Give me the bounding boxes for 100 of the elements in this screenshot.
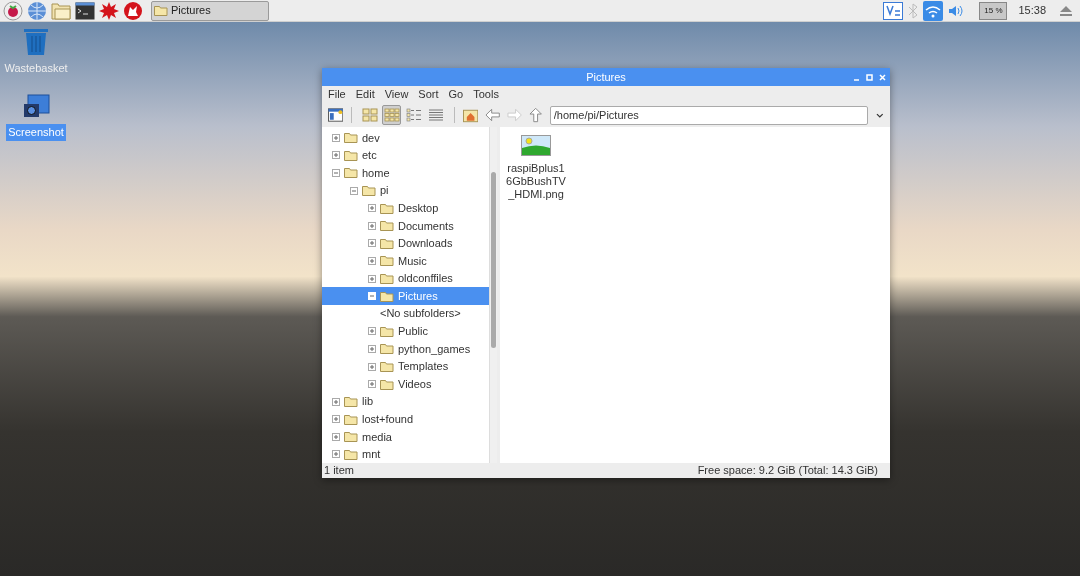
trash-icon[interactable] bbox=[23, 28, 49, 56]
home-icon[interactable] bbox=[462, 107, 478, 123]
folder-icon bbox=[380, 343, 394, 355]
collapse-toggle-icon[interactable] bbox=[332, 169, 340, 177]
folder-icon bbox=[380, 378, 394, 390]
task-button[interactable]: Pictures bbox=[151, 0, 269, 21]
tree-item[interactable]: pi bbox=[322, 181, 489, 200]
item-count: 1 item bbox=[324, 463, 354, 479]
folder-icon bbox=[380, 361, 394, 372]
folder-name: mnt bbox=[362, 447, 381, 463]
folder-icon bbox=[154, 5, 168, 16]
terminal-icon[interactable] bbox=[75, 1, 95, 20]
folder-icon bbox=[344, 149, 358, 161]
tree-item[interactable]: dev bbox=[322, 129, 489, 147]
view-mode-button[interactable] bbox=[404, 105, 424, 125]
folder-name: media bbox=[362, 429, 392, 445]
menu-item[interactable]: View bbox=[384, 86, 409, 103]
menu-item[interactable]: Go bbox=[448, 86, 464, 103]
tree-item[interactable]: oldconffiles bbox=[322, 269, 489, 288]
expand-toggle-icon[interactable] bbox=[368, 362, 376, 371]
wifi-icon[interactable] bbox=[923, 0, 944, 21]
folder-name: Downloads bbox=[398, 236, 453, 252]
folder-icon bbox=[344, 413, 358, 425]
tree-item[interactable]: Desktop bbox=[322, 199, 489, 217]
folder-name: python_games bbox=[398, 341, 471, 357]
folder-name: Music bbox=[398, 253, 427, 269]
tree-item[interactable]: Templates bbox=[322, 357, 489, 376]
raspberry-icon[interactable] bbox=[3, 0, 23, 21]
screenshot-icon[interactable] bbox=[22, 92, 50, 120]
tree-item[interactable]: Music bbox=[322, 252, 489, 270]
tree-item[interactable]: python_games bbox=[322, 340, 489, 358]
eject-icon[interactable] bbox=[1059, 4, 1073, 17]
folder-icon bbox=[380, 290, 394, 302]
tree-item[interactable]: lib bbox=[322, 392, 489, 411]
expand-toggle-icon[interactable] bbox=[368, 380, 376, 389]
new-window-icon[interactable] bbox=[328, 108, 344, 122]
image-file-icon bbox=[521, 135, 551, 156]
folder-icon bbox=[344, 167, 358, 179]
tree-item[interactable]: Downloads bbox=[322, 234, 489, 253]
folder-name: etc bbox=[362, 148, 377, 164]
folder-name: dev bbox=[362, 130, 380, 146]
folder-icon bbox=[344, 132, 358, 144]
folder-icon bbox=[344, 449, 358, 460]
expand-toggle-icon[interactable] bbox=[368, 256, 376, 265]
tree-item[interactable]: Public bbox=[322, 322, 489, 341]
view-mode-button[interactable] bbox=[360, 105, 380, 125]
close-icon[interactable] bbox=[879, 73, 886, 81]
expand-toggle-icon[interactable] bbox=[368, 327, 376, 336]
file-item[interactable]: raspiBplus1 6GbBushTV _HDMI.png bbox=[506, 133, 566, 201]
dropdown-caret-icon[interactable] bbox=[876, 112, 884, 118]
expand-toggle-icon[interactable] bbox=[368, 221, 376, 230]
up-arrow-icon[interactable] bbox=[529, 107, 543, 123]
expand-toggle-icon[interactable] bbox=[368, 344, 376, 353]
folder-icon bbox=[380, 202, 394, 214]
scrollbar-thumb[interactable] bbox=[491, 172, 496, 348]
folder-name: lost+found bbox=[362, 412, 414, 428]
expand-toggle-icon[interactable] bbox=[368, 239, 376, 248]
globe-icon[interactable] bbox=[27, 0, 47, 21]
wolf-logo-icon[interactable] bbox=[123, 0, 143, 21]
folder-icon bbox=[362, 185, 376, 197]
vnc-icon[interactable] bbox=[883, 1, 904, 20]
menu-item[interactable]: Edit bbox=[355, 86, 375, 103]
starburst-icon[interactable] bbox=[99, 0, 119, 21]
expand-toggle-icon[interactable] bbox=[332, 397, 340, 406]
folder-name: Documents bbox=[398, 218, 454, 234]
view-mode-button[interactable] bbox=[382, 105, 402, 125]
maximize-icon[interactable] bbox=[866, 73, 873, 81]
menu-item[interactable]: Tools bbox=[473, 86, 499, 103]
expand-toggle-icon[interactable] bbox=[332, 415, 340, 424]
menu-item[interactable]: Sort bbox=[418, 86, 439, 103]
cpu-monitor: 15 % bbox=[979, 1, 1008, 20]
free-space: Free space: 9.2 GiB (Total: 14.3 GiB) bbox=[697, 463, 878, 479]
folder-name: Pictures bbox=[398, 288, 438, 304]
folder-icon bbox=[380, 255, 394, 267]
tree-item[interactable]: etc bbox=[322, 146, 489, 165]
file-name: raspiBplus1 6GbBushTV _HDMI.png bbox=[506, 162, 566, 201]
tree-item[interactable]: Videos bbox=[322, 375, 489, 393]
expand-toggle-icon[interactable] bbox=[368, 274, 376, 283]
folder-icon bbox=[344, 431, 358, 443]
back-arrow-icon[interactable] bbox=[484, 108, 501, 122]
folder-icon bbox=[380, 237, 394, 249]
tree-item[interactable]: home bbox=[322, 164, 489, 182]
expand-toggle-icon[interactable] bbox=[332, 432, 340, 441]
clock[interactable]: 15:38 bbox=[1018, 2, 1046, 19]
path-field[interactable]: /home/pi/Pictures bbox=[549, 105, 869, 125]
tree-item[interactable]: Documents bbox=[322, 216, 489, 235]
expand-toggle-icon[interactable] bbox=[332, 133, 340, 142]
expand-toggle-icon[interactable] bbox=[332, 151, 340, 160]
folder-name: Templates bbox=[398, 359, 449, 375]
collapse-toggle-icon[interactable] bbox=[350, 186, 358, 195]
tree-item[interactable]: mnt bbox=[322, 445, 489, 463]
menu-item[interactable]: File bbox=[328, 86, 346, 103]
expand-toggle-icon[interactable] bbox=[368, 204, 376, 213]
volume-icon[interactable] bbox=[948, 3, 965, 18]
folder-name: oldconffiles bbox=[398, 271, 453, 287]
tree-item[interactable]: lost+found bbox=[322, 410, 489, 429]
tree-item[interactable]: media bbox=[322, 428, 489, 446]
window-title: Pictures bbox=[586, 69, 626, 85]
folder-name: home bbox=[362, 165, 390, 181]
expand-toggle-icon[interactable] bbox=[332, 450, 340, 459]
